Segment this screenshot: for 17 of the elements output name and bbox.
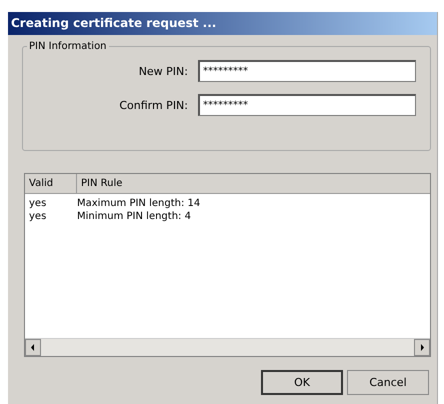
dialog-button[interactable]: OK: [261, 370, 343, 395]
field-label: Confirm PIN:: [118, 98, 189, 112]
window-title: Creating certificate request ...: [8, 12, 437, 35]
table-cell: Minimum PIN length: 4: [77, 210, 191, 223]
table-cell-text: yes: [28, 210, 48, 223]
group-title: PIN Information: [28, 41, 108, 52]
column-header[interactable]: Valid: [25, 174, 77, 193]
table-cell: Maximum PIN length: 14: [77, 197, 200, 210]
field-label: New PIN:: [138, 64, 189, 78]
column-header[interactable]: PIN Rule: [77, 174, 430, 193]
pin-field[interactable]: *********: [198, 60, 416, 82]
scroll-right-icon[interactable]: [414, 339, 430, 356]
pin-field[interactable]: *********: [198, 94, 416, 116]
table-cell-text: yes: [28, 197, 48, 210]
horizontal-scrollbar[interactable]: [25, 338, 430, 356]
dialog-button[interactable]: Cancel: [347, 370, 429, 395]
scroll-left-icon[interactable]: [25, 339, 41, 356]
